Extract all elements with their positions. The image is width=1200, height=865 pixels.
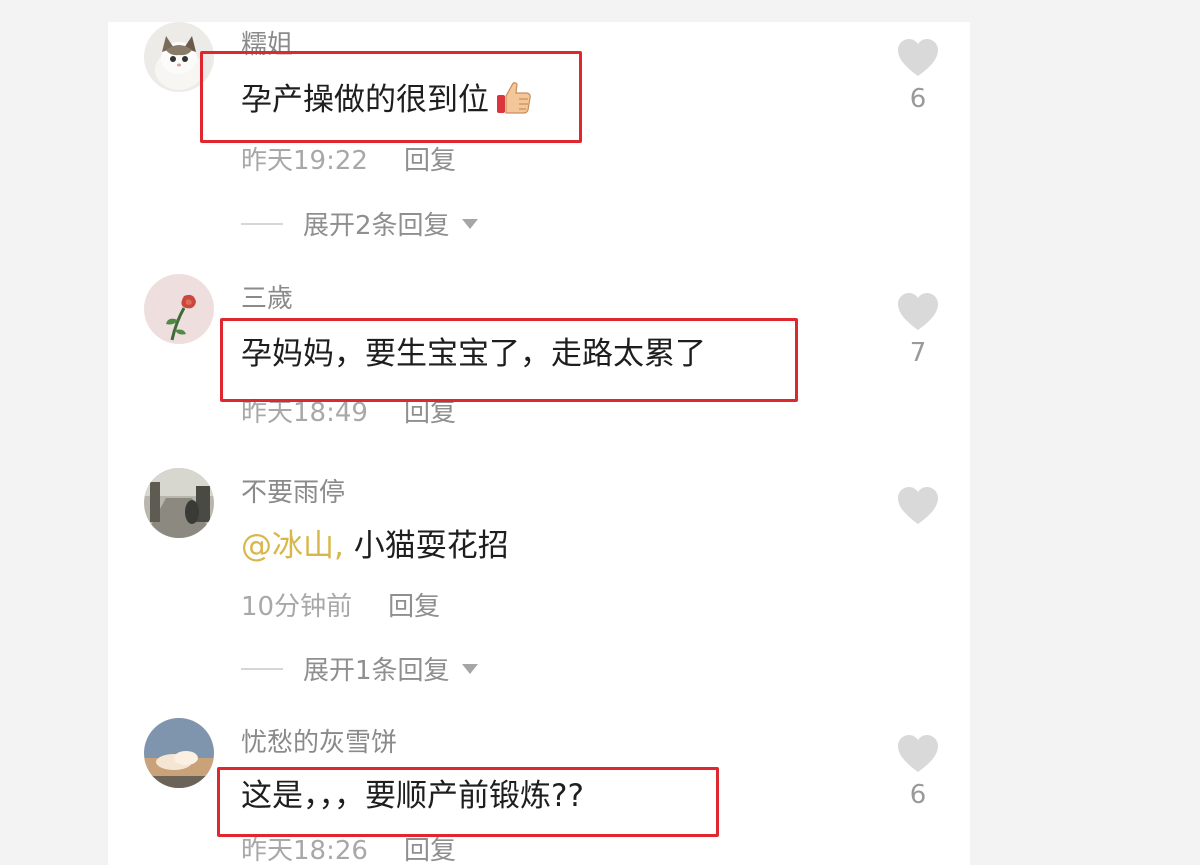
comment-text: 孕产操做的很到位 [241,74,533,124]
reply-button[interactable]: 回复 [404,146,456,176]
like-button[interactable]: 6 [894,38,942,114]
comment-time: 昨天18:26 [241,836,368,865]
like-button[interactable]: 6 [894,734,942,810]
reply-button[interactable]: 回复 [388,592,440,622]
heart-icon [898,39,938,76]
user-avatar-street[interactable] [144,468,214,538]
heart-icon [898,487,938,524]
reply-button[interactable]: 回复 [404,398,456,428]
mention-link[interactable]: @冰山, [241,528,344,564]
user-avatar-rose[interactable] [144,274,214,344]
like-count: 6 [909,780,927,810]
comment-username[interactable]: 糯姐 [241,24,293,61]
reply-button[interactable]: 回复 [404,836,456,865]
divider-line [241,667,283,670]
heart-icon [898,735,938,772]
comment-time: 昨天19:22 [241,146,368,176]
expand-replies-button[interactable]: 展开1条回复 [241,650,478,687]
thumbs-up-icon [495,80,533,124]
caret-down-icon [461,218,478,229]
comment-username[interactable]: 三歲 [241,278,293,315]
user-avatar-sky[interactable] [144,718,214,788]
like-button[interactable] [894,486,942,526]
comment-time: 昨天18:49 [241,398,368,428]
comment-text-body: 孕产操做的很到位 [241,82,489,118]
user-avatar-cat[interactable] [144,22,214,92]
comment-username[interactable]: 忧愁的灰雪饼 [241,722,397,759]
expand-replies-label: 展开2条回复 [303,211,450,241]
expand-replies-label: 展开1条回复 [303,656,450,686]
comment-meta: 昨天18:26 回复 [241,830,456,865]
comment-meta: 10分钟前 回复 [241,586,440,623]
comment-username[interactable]: 不要雨停 [241,472,345,509]
like-count: 7 [909,338,927,368]
comment-text: 这是，，，要顺产前锻炼?? [241,778,584,814]
comment-meta: 昨天18:49 回复 [241,392,456,429]
comment-text-body: 小猫耍花招 [353,528,509,564]
comment-text: @冰山, 小猫耍花招 [241,520,509,565]
comment-text: 孕妈妈，要生宝宝了，走路太累了 [241,336,706,372]
like-button[interactable]: 7 [894,292,942,368]
comment-time: 10分钟前 [241,592,353,622]
comment-panel: 糯姐 孕产操做的很到位 昨天19:22 回复 展开2条回复 6 三歲 孕妈妈，要… [108,22,970,865]
heart-icon [898,293,938,330]
divider-line [241,222,283,225]
like-count: 6 [909,84,927,114]
caret-down-icon [461,663,478,674]
comment-meta: 昨天19:22 回复 [241,140,456,177]
expand-replies-button[interactable]: 展开2条回复 [241,205,478,242]
